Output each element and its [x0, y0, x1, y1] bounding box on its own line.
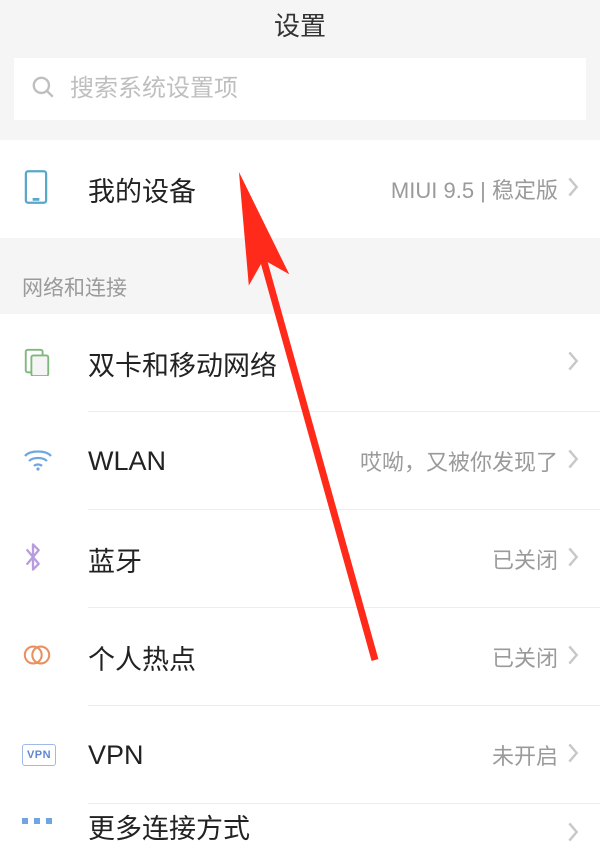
row-hotspot[interactable]: 个人热点 已关闭	[0, 608, 600, 706]
device-icon	[22, 169, 50, 210]
search-area	[0, 48, 600, 140]
row-wlan[interactable]: WLAN 哎呦，又被你发现了	[0, 412, 600, 510]
more-icon	[22, 815, 52, 838]
hotspot-label: 个人热点	[88, 638, 492, 677]
bluetooth-icon	[22, 541, 44, 578]
sim-icon	[22, 346, 52, 381]
chevron-right-icon	[566, 448, 580, 475]
search-input[interactable]	[70, 75, 570, 103]
chevron-right-icon	[566, 821, 580, 848]
section-gap	[0, 238, 600, 258]
section-network: 双卡和移动网络 WLAN 哎呦，又被你发现了	[0, 314, 600, 857]
section-header-label: 网络和连接	[22, 277, 127, 300]
chevron-right-icon	[566, 742, 580, 769]
wlan-value: 哎呦，又被你发现了	[360, 445, 558, 477]
my-device-label: 我的设备	[88, 170, 391, 209]
vpn-value: 未开启	[492, 739, 558, 771]
hotspot-value: 已关闭	[492, 641, 558, 673]
row-my-device[interactable]: 我的设备 MIUI 9.5 | 稳定版	[0, 140, 600, 238]
vpn-icon: VPN	[22, 744, 56, 766]
dual-sim-label: 双卡和移动网络	[88, 344, 566, 383]
my-device-value: MIUI 9.5 | 稳定版	[391, 173, 558, 205]
more-label: 更多连接方式	[88, 807, 566, 846]
wifi-icon	[22, 446, 54, 477]
section-device: 我的设备 MIUI 9.5 | 稳定版	[0, 140, 600, 238]
vpn-label: VPN	[88, 740, 492, 771]
chevron-right-icon	[566, 350, 580, 377]
chevron-right-icon	[566, 176, 580, 203]
page-title: 设置	[0, 0, 600, 48]
row-bluetooth[interactable]: 蓝牙 已关闭	[0, 510, 600, 608]
wlan-label: WLAN	[88, 446, 360, 477]
section-header-network: 网络和连接	[0, 258, 600, 314]
row-dual-sim[interactable]: 双卡和移动网络	[0, 314, 600, 412]
bluetooth-label: 蓝牙	[88, 540, 492, 579]
bluetooth-value: 已关闭	[492, 543, 558, 575]
search-icon	[30, 74, 56, 105]
chevron-right-icon	[566, 546, 580, 573]
header-title: 设置	[274, 6, 326, 43]
hotspot-icon	[22, 640, 52, 675]
search-box[interactable]	[14, 58, 586, 120]
chevron-right-icon	[566, 644, 580, 671]
row-vpn[interactable]: VPN VPN 未开启	[0, 706, 600, 804]
row-more-connections[interactable]: 更多连接方式	[0, 804, 600, 857]
